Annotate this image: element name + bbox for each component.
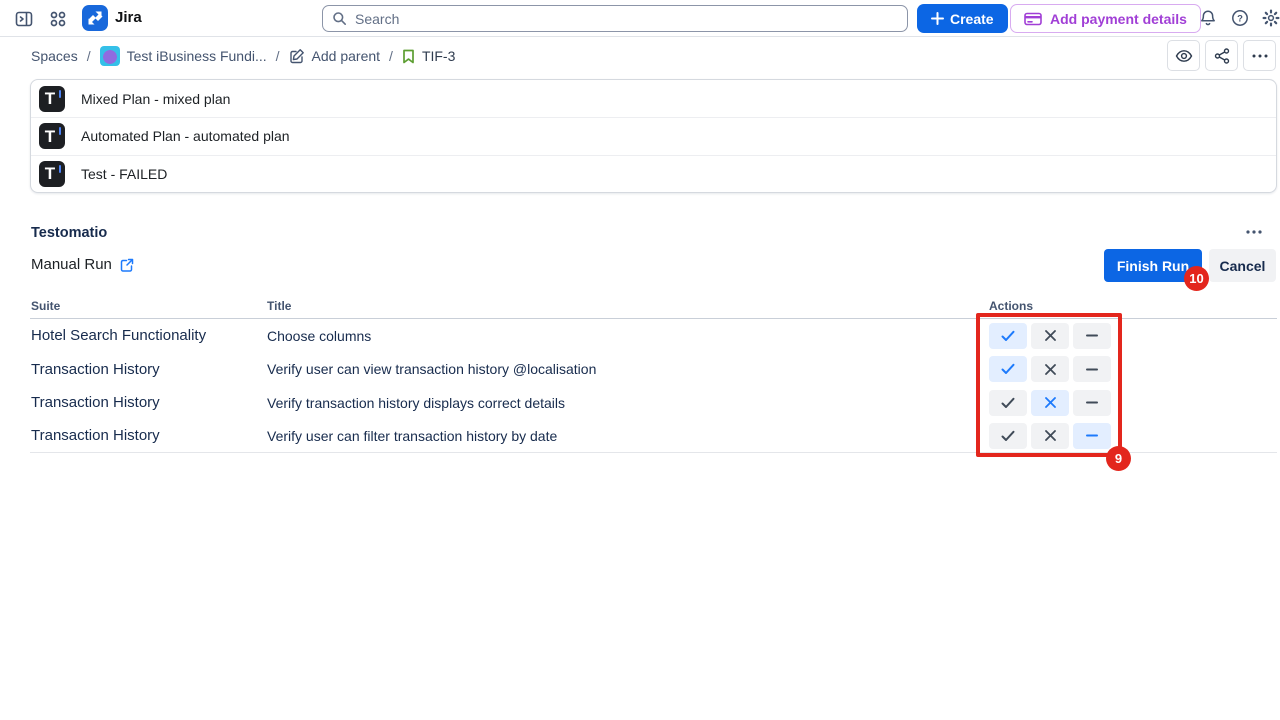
help-icon[interactable]: ? [1230, 8, 1250, 28]
create-button-label: Create [950, 11, 994, 27]
table-row: Hotel Search Functionality Choose column… [30, 319, 1277, 353]
action-buttons [989, 323, 1277, 349]
action-buttons [989, 423, 1277, 449]
svg-text:?: ? [1237, 14, 1243, 25]
skip-minus-button[interactable] [1073, 423, 1111, 449]
suite-cell: Transaction History [30, 427, 267, 444]
column-header-actions: Actions [987, 299, 1277, 318]
plan-label: Mixed Plan - mixed plan [81, 91, 230, 107]
fail-cross-button[interactable] [1031, 390, 1069, 416]
pass-check-button[interactable] [989, 423, 1027, 449]
pass-check-button[interactable] [989, 356, 1027, 382]
testomatio-plan-icon: T [39, 86, 65, 112]
table-row: Transaction History Verify user can view… [30, 353, 1277, 387]
breadcrumb-page-label: TIF-3 [422, 48, 455, 64]
title-cell: Verify transaction history displays corr… [267, 395, 987, 411]
annotation-badge-10: 10 [1184, 266, 1209, 291]
breadcrumb-separator: / [87, 48, 91, 64]
global-search [322, 5, 908, 32]
title-cell: Verify user can filter transaction histo… [267, 428, 987, 444]
test-plan-list: T Mixed Plan - mixed plan T Automated Pl… [30, 79, 1277, 193]
list-item[interactable]: T Automated Plan - automated plan [31, 117, 1276, 154]
breadcrumb-separator: / [389, 48, 393, 64]
add-payment-details-label: Add payment details [1050, 11, 1187, 27]
breadcrumb-spaces[interactable]: Spaces [31, 48, 78, 64]
edit-pencil-icon [289, 48, 305, 64]
fail-cross-button[interactable] [1031, 356, 1069, 382]
settings-gear-icon[interactable] [1261, 8, 1280, 28]
add-payment-details-button[interactable]: Add payment details [1010, 4, 1201, 33]
jira-page: Jira Create Add payment details [0, 0, 1280, 720]
table-row: Transaction History Verify user can filt… [30, 420, 1277, 454]
pass-check-button[interactable] [989, 323, 1027, 349]
list-item[interactable]: T Test - FAILED [31, 155, 1276, 192]
testomatio-plan-icon: T [39, 123, 65, 149]
breadcrumb-add-parent[interactable]: Add parent [289, 48, 381, 64]
list-item[interactable]: T Mixed Plan - mixed plan [31, 80, 1276, 117]
skip-minus-button[interactable] [1073, 323, 1111, 349]
column-header-title: Title [267, 299, 987, 318]
title-cell: Choose columns [267, 328, 987, 344]
jira-logo[interactable] [82, 5, 108, 31]
top-navigation-bar: Jira Create Add payment details [0, 0, 1280, 37]
breadcrumb-add-parent-label: Add parent [312, 48, 381, 64]
suite-cell: Transaction History [30, 394, 267, 411]
more-actions-icon[interactable] [1243, 40, 1276, 71]
section-more-icon[interactable] [1246, 222, 1272, 242]
breadcrumb-space[interactable]: Test iBusiness Fundi... [100, 46, 267, 66]
create-button[interactable]: Create [917, 4, 1008, 33]
title-cell: Verify user can view transaction history… [267, 361, 987, 377]
plan-label: Test - FAILED [81, 166, 167, 182]
action-buttons [989, 390, 1277, 416]
suite-cell: Transaction History [30, 361, 267, 378]
finish-run-label: Finish Run [1117, 258, 1189, 274]
app-switcher-icon[interactable] [47, 8, 69, 30]
test-run-table: Suite Title Actions Hotel Search Functio… [30, 299, 1277, 453]
table-header-row: Suite Title Actions [30, 299, 1277, 319]
watch-eye-icon[interactable] [1167, 40, 1200, 71]
fail-cross-button[interactable] [1031, 323, 1069, 349]
action-buttons [989, 356, 1277, 382]
app-title: Jira [115, 9, 142, 26]
search-icon [332, 11, 347, 26]
sidebar-toggle-icon[interactable] [13, 8, 35, 30]
search-input[interactable] [322, 5, 908, 32]
skip-minus-button[interactable] [1073, 390, 1111, 416]
testomatio-plan-icon: T [39, 161, 65, 187]
finish-run-button[interactable]: Finish Run 10 [1104, 249, 1202, 282]
manual-run-link[interactable]: Manual Run [31, 256, 134, 273]
cancel-button[interactable]: Cancel [1209, 249, 1276, 282]
fail-cross-button[interactable] [1031, 423, 1069, 449]
skip-minus-button[interactable] [1073, 356, 1111, 382]
bookmark-icon [402, 49, 415, 64]
table-row: Transaction History Verify transaction h… [30, 386, 1277, 420]
breadcrumb-page[interactable]: TIF-3 [402, 48, 455, 64]
pass-check-button[interactable] [989, 390, 1027, 416]
share-icon[interactable] [1205, 40, 1238, 71]
space-avatar [100, 46, 120, 66]
breadcrumb-separator: / [276, 48, 280, 64]
manual-run-label: Manual Run [31, 256, 112, 273]
breadcrumb-space-label: Test iBusiness Fundi... [127, 48, 267, 64]
breadcrumb: Spaces / Test iBusiness Fundi... / Add p… [31, 37, 455, 75]
plan-label: Automated Plan - automated plan [81, 128, 290, 144]
column-header-suite: Suite [30, 299, 267, 318]
suite-cell: Hotel Search Functionality [30, 327, 267, 344]
section-title: Testomatio [31, 225, 107, 241]
notifications-bell-icon[interactable] [1198, 8, 1218, 28]
external-link-icon [120, 258, 134, 272]
cancel-label: Cancel [1220, 258, 1266, 274]
page-toolbar [1167, 40, 1276, 71]
